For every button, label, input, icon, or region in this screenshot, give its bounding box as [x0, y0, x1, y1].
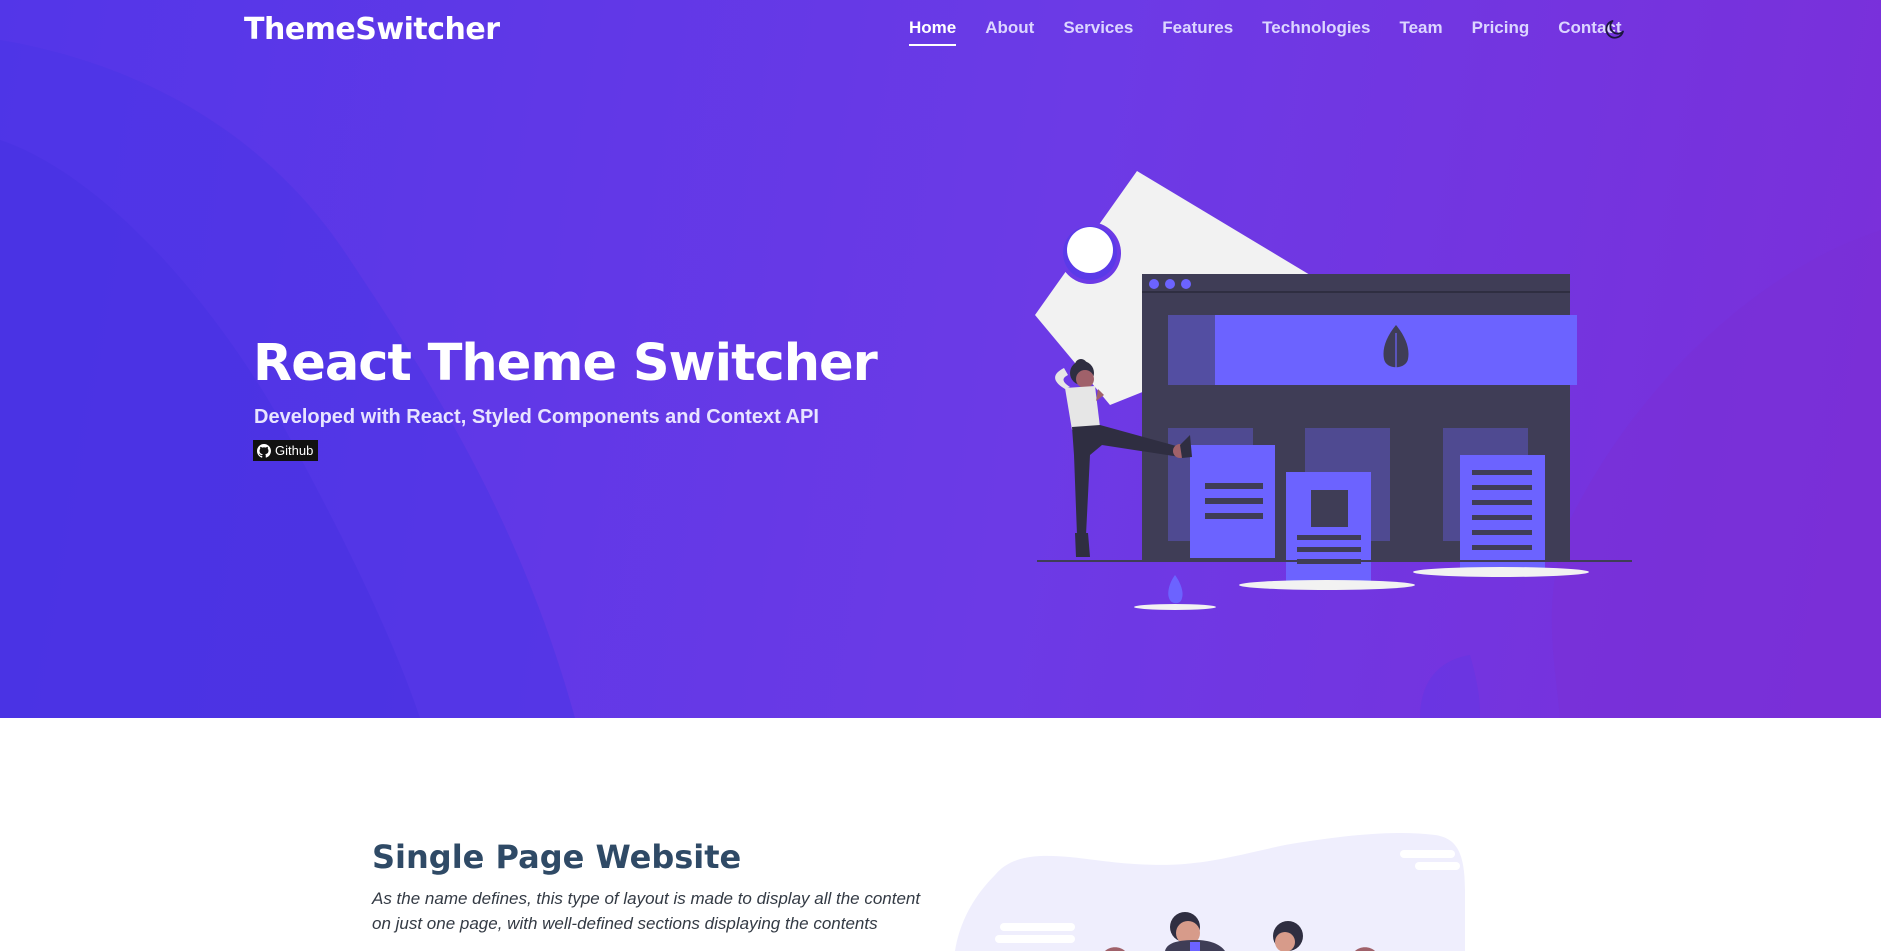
- nav-link-services[interactable]: Services: [1063, 18, 1133, 46]
- team-illustration: [955, 833, 1465, 951]
- theme-toggle-button[interactable]: [1603, 17, 1627, 41]
- hero-title: React Theme Switcher: [253, 334, 878, 393]
- brand-logo[interactable]: ThemeSwitcher: [244, 12, 500, 47]
- nav-link-technologies[interactable]: Technologies: [1262, 18, 1370, 46]
- website-builder-illustration: [1035, 171, 1632, 610]
- about-title: Single Page Website: [372, 838, 742, 876]
- hero-section: ThemeSwitcher Home About Services Featur…: [0, 0, 1881, 718]
- github-icon: [257, 443, 271, 458]
- hero-subtitle: Developed with React, Styled Components …: [254, 406, 819, 428]
- nav-link-about[interactable]: About: [985, 18, 1034, 46]
- nav-link-home[interactable]: Home: [909, 18, 957, 46]
- navbar: ThemeSwitcher Home About Services Featur…: [0, 0, 1881, 58]
- github-button-label: Github: [275, 443, 314, 458]
- moon-icon: [1605, 20, 1624, 39]
- github-button[interactable]: Github: [253, 440, 319, 461]
- nav-links: Home About Services Features Technologie…: [909, 18, 1651, 46]
- nav-link-team[interactable]: Team: [1399, 18, 1442, 46]
- nav-link-features[interactable]: Features: [1162, 18, 1233, 46]
- nav-link-pricing[interactable]: Pricing: [1472, 18, 1530, 46]
- about-description: As the name defines, this type of layout…: [372, 889, 921, 933]
